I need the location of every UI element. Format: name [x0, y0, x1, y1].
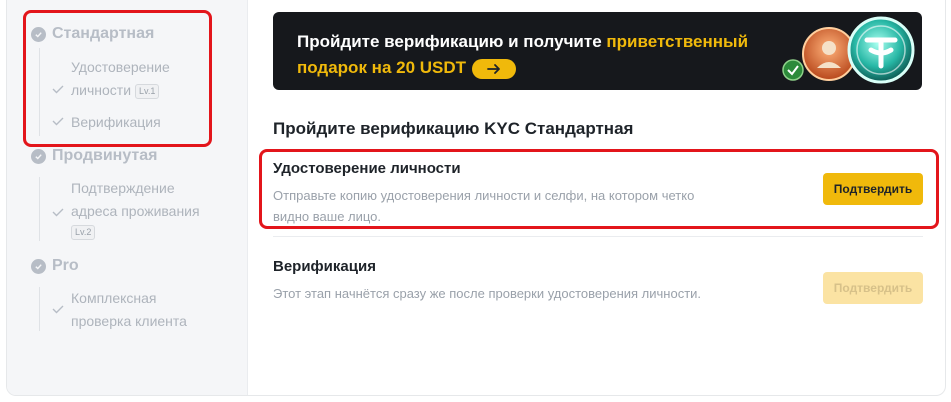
sidebar-step-label: Подтверждение — [71, 180, 175, 196]
sidebar-step-verification[interactable]: Верификация — [51, 111, 161, 134]
check-icon — [52, 117, 64, 126]
promo-banner[interactable]: Пройдите верификацию и получите приветст… — [273, 12, 922, 90]
step-verification: Верификация Этот этап начнётся сразу же … — [273, 258, 923, 318]
check-icon — [52, 85, 64, 94]
step-identity: Удостоверение личности Отправьте копию у… — [273, 160, 923, 224]
sidebar-level-advanced[interactable]: Продвинутая — [31, 147, 158, 165]
level-badge: Lv.1 — [135, 83, 160, 99]
check-circle-icon — [31, 148, 46, 164]
divider — [273, 236, 923, 237]
promo-text: Пройдите верификацию и получите — [297, 32, 607, 51]
check-icon — [52, 208, 64, 217]
check-circle-icon — [31, 26, 46, 42]
sidebar-level-label: Продвинутая — [52, 147, 158, 164]
verification-card: Стандартная Удостоверение личности Lv.1 В… — [6, 0, 946, 396]
sidebar-level-pro[interactable]: Pro — [31, 257, 79, 275]
sidebar-connector — [39, 177, 40, 241]
step-description: Этот этап начнётся сразу же после провер… — [273, 286, 702, 301]
step-description: Отправьте копию удостоверения личности и… — [273, 188, 695, 224]
sidebar-level-standard[interactable]: Стандартная — [31, 25, 154, 43]
sidebar-level-label: Pro — [52, 257, 79, 274]
check-circle-icon — [31, 258, 46, 274]
sidebar-step-address[interactable]: Подтверждение адреса проживания Lv.2 — [51, 177, 200, 240]
sidebar-connector — [39, 287, 40, 331]
sidebar-step-label: Комплексная — [71, 290, 157, 306]
sidebar-step-label: проверка клиента — [71, 313, 187, 329]
arrow-right-icon[interactable] — [472, 58, 517, 79]
sidebar-step-label: адреса проживания — [71, 203, 200, 219]
sidebar: Стандартная Удостоверение личности Lv.1 В… — [7, 0, 248, 395]
sidebar-step-identity[interactable]: Удостоверение личности Lv.1 — [51, 56, 170, 102]
sidebar-step-label: личности — [71, 82, 132, 98]
coins-illustration — [782, 16, 915, 84]
confirm-identity-button[interactable]: Подтвердить — [823, 173, 923, 205]
confirm-verification-button[interactable]: Подтвердить — [823, 272, 923, 304]
promo-banner-text: Пройдите верификацию и получите приветст… — [297, 29, 767, 81]
sidebar-step-kyc-pro[interactable]: Комплексная проверка клиента — [51, 287, 187, 333]
sidebar-step-label: Верификация — [71, 114, 161, 130]
sidebar-connector — [39, 48, 40, 136]
sidebar-step-label: Удостоверение — [71, 59, 170, 75]
sidebar-level-label: Стандартная — [52, 25, 155, 42]
level-badge: Lv.2 — [71, 224, 96, 240]
page-heading: Пройдите верификацию KYC Стандартная — [273, 119, 634, 138]
check-icon — [52, 305, 64, 314]
